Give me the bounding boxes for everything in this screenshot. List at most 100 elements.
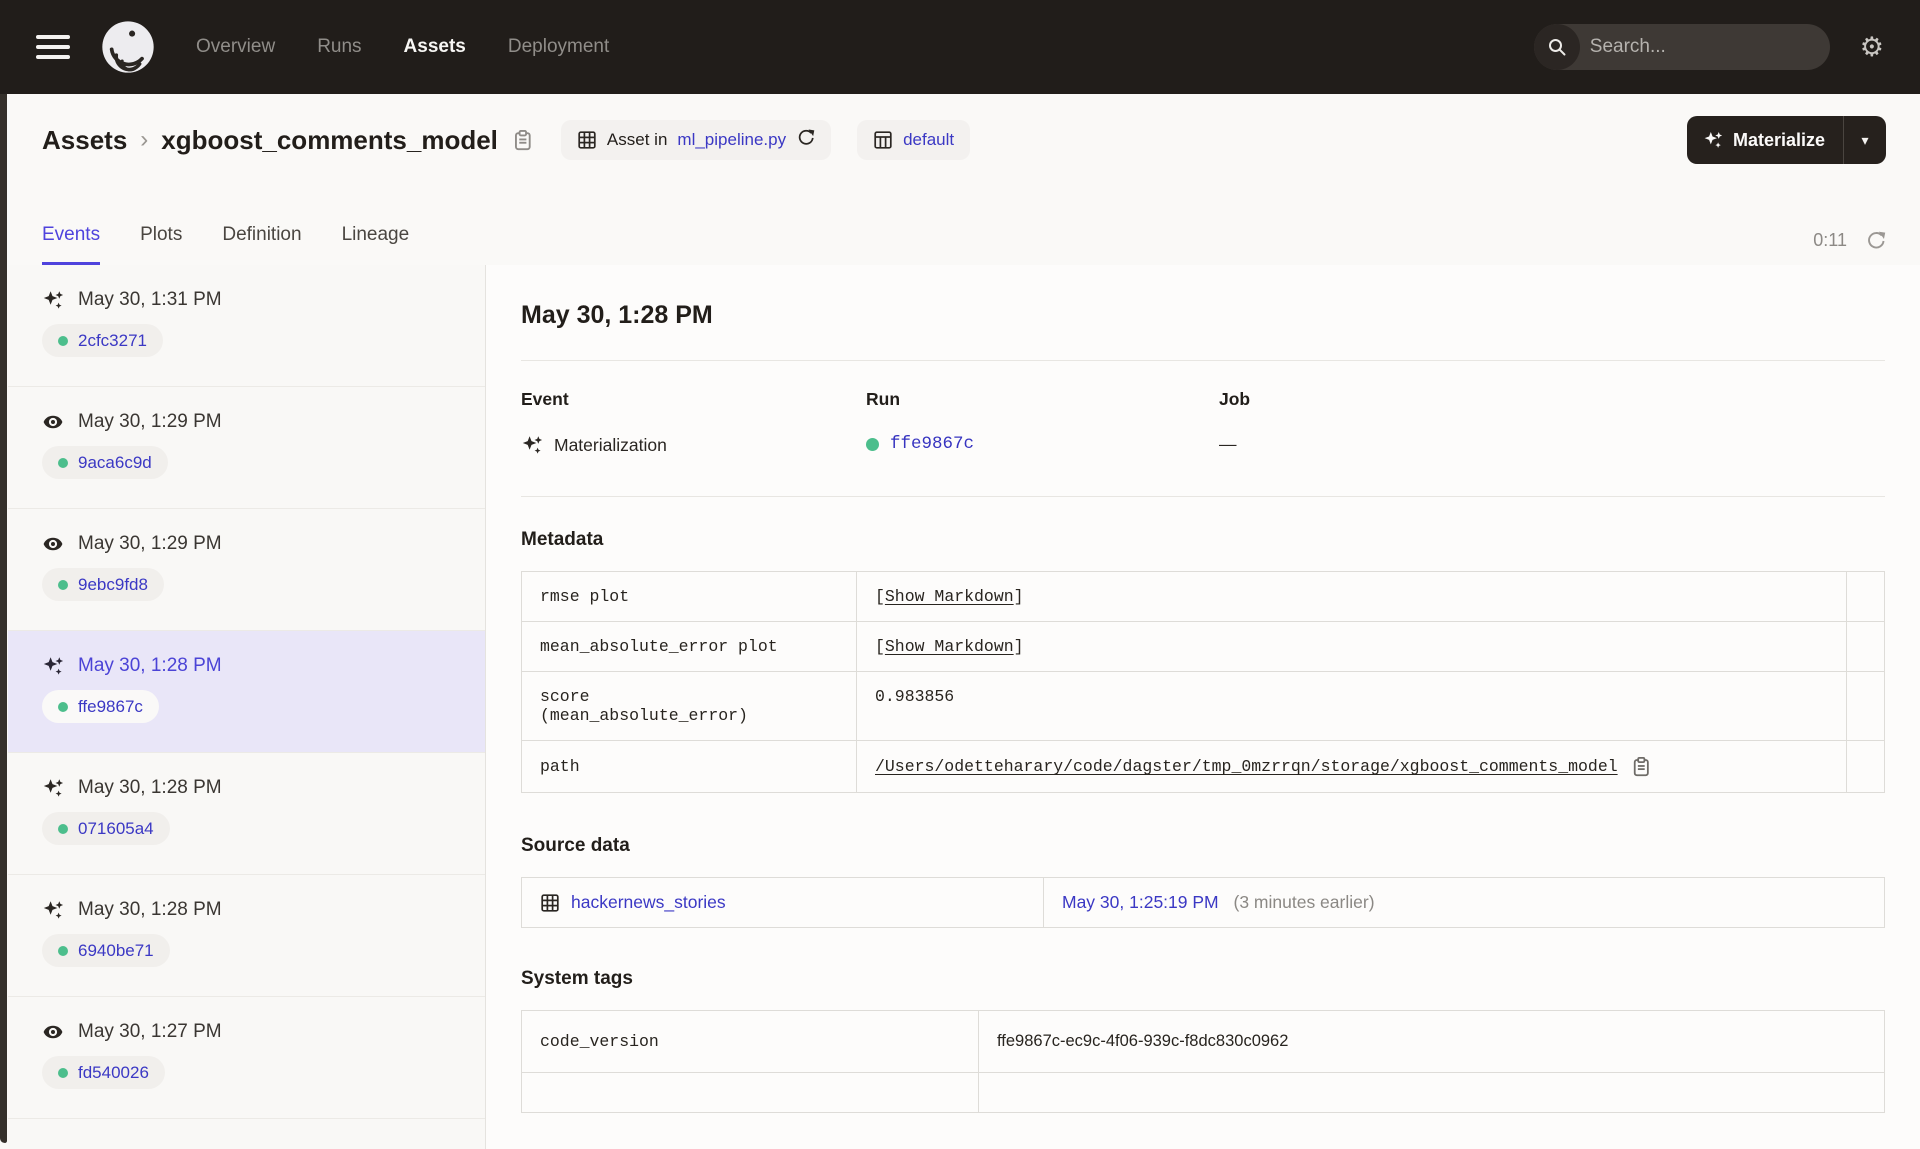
repo-name-link[interactable]: default	[903, 130, 954, 150]
event-list-item[interactable]: May 30, 1:31 PM 2cfc3271	[8, 265, 485, 387]
run-id-pill[interactable]: 6940be71	[42, 934, 170, 967]
event-list-item[interactable]: May 30, 1:29 PM 9ebc9fd8	[8, 509, 485, 631]
table-row: mean_absolute_error plot [Show Markdown]	[521, 621, 1885, 672]
run-status-dot	[58, 945, 68, 956]
show-markdown-link[interactable]: Show Markdown	[885, 587, 1014, 606]
system-tags-heading: System tags	[521, 968, 633, 989]
nav-overview[interactable]: Overview	[196, 36, 275, 58]
run-status-dot	[866, 437, 879, 451]
run-id-pill[interactable]: 9aca6c9d	[42, 446, 168, 479]
metadata-value: /Users/odetteharary/code/dagster/tmp_0mz…	[856, 740, 1847, 793]
run-id-pill[interactable]: fd540026	[42, 1056, 165, 1089]
tab-lineage[interactable]: Lineage	[342, 224, 410, 265]
run-status-dot	[58, 701, 68, 712]
event-list-sidebar: May 30, 1:31 PM 2cfc3271 May 30, 1:29 PM…	[8, 265, 486, 1149]
run-status-dot	[58, 823, 68, 834]
top-nav: Overview Runs Assets Deployment / ⚙	[0, 0, 1920, 94]
materialize-label: Materialize	[1732, 129, 1825, 150]
run-id-pill[interactable]: 9ebc9fd8	[42, 568, 164, 601]
event-summary-row: Event Materialization Run ffe9867c Job —	[521, 389, 1885, 456]
divider	[521, 496, 1885, 497]
table-icon	[578, 131, 596, 149]
materialize-split-button: Materialize ▾	[1686, 116, 1886, 164]
reload-location-icon[interactable]	[796, 128, 815, 152]
event-list-item[interactable]: May 30, 1:29 PM 9aca6c9d	[8, 387, 485, 509]
show-markdown-link[interactable]: Show Markdown	[885, 637, 1014, 656]
run-id-link[interactable]: 9aca6c9d	[78, 453, 152, 473]
asset-tabs: Events Plots Definition Lineage	[42, 224, 409, 265]
window-edge-strip	[0, 94, 7, 1143]
metadata-table: rmse plot [Show Markdown] mean_absolute_…	[521, 571, 1885, 793]
run-id-link[interactable]: 6940be71	[78, 941, 154, 961]
table-row: rmse plot [Show Markdown]	[521, 571, 1885, 622]
run-status-dot	[58, 1067, 68, 1078]
materialize-button[interactable]: Materialize	[1687, 116, 1843, 164]
asset-badges: Asset in ml_pipeline.py default	[560, 120, 971, 160]
source-asset-link[interactable]: hackernews_stories	[540, 892, 1025, 913]
event-detail-panel: May 30, 1:28 PM Event Materialization Ru…	[486, 265, 1920, 1149]
refresh-icon[interactable]	[1865, 230, 1886, 251]
run-id-link[interactable]: 2cfc3271	[78, 331, 147, 351]
chevron-down-icon: ▾	[1861, 131, 1869, 148]
tab-events[interactable]: Events	[42, 224, 101, 265]
event-list-item[interactable]: May 30, 1:28 PM 071605a4	[8, 753, 485, 875]
code-location-badge[interactable]: Asset in ml_pipeline.py	[560, 120, 832, 160]
metadata-value: [Show Markdown]	[856, 621, 1847, 672]
run-id-link[interactable]: ffe9867c	[890, 434, 974, 454]
run-status-dot	[58, 579, 68, 590]
materialization-icon	[522, 436, 543, 454]
system-tag-value: ffe9867c-ec9c-4f06-939c-f8dc830c0962	[978, 1010, 1885, 1073]
dagster-logo[interactable]	[100, 19, 156, 75]
system-tag-value	[978, 1072, 1885, 1113]
pipeline-file-link[interactable]: ml_pipeline.py	[677, 130, 786, 150]
source-time-link[interactable]: May 30, 1:25:19 PM	[1062, 892, 1219, 912]
event-list-item-selected[interactable]: May 30, 1:28 PM ffe9867c	[8, 631, 485, 753]
copy-path-icon[interactable]	[1630, 756, 1651, 777]
run-id-pill[interactable]: 2cfc3271	[42, 324, 163, 357]
run-id-link[interactable]: 9ebc9fd8	[78, 575, 148, 595]
system-tag-key: code_version	[521, 1010, 979, 1073]
run-status-dot	[58, 457, 68, 468]
empty-cell	[1846, 671, 1885, 741]
source-time-note: (3 minutes earlier)	[1233, 892, 1375, 912]
materialize-dropdown-button[interactable]: ▾	[1844, 116, 1886, 164]
event-list-item[interactable]: May 30, 1:27 PM fd540026	[8, 997, 485, 1119]
settings-gear-icon[interactable]: ⚙	[1860, 34, 1884, 61]
source-time-cell: May 30, 1:25:19 PM (3 minutes earlier)	[1043, 877, 1885, 928]
repository-badge[interactable]: default	[857, 120, 971, 160]
copy-asset-name-icon[interactable]	[511, 129, 533, 151]
asset-name-title: xgboost_comments_model	[161, 124, 498, 155]
global-search[interactable]: /	[1533, 24, 1830, 70]
event-timestamp: May 30, 1:29 PM	[78, 533, 222, 554]
path-link[interactable]: /Users/odetteharary/code/dagster/tmp_0mz…	[875, 757, 1618, 776]
event-column-label: Event	[521, 389, 569, 409]
hamburger-menu-icon[interactable]	[36, 35, 70, 59]
event-list-item[interactable]: May 30, 1:28 PM 6940be71	[8, 875, 485, 997]
breadcrumb: Assets › xgboost_comments_model	[42, 125, 533, 156]
event-timestamp: May 30, 1:31 PM	[78, 289, 222, 310]
source-data-heading: Source data	[521, 835, 630, 856]
asset-in-label: Asset in	[606, 130, 668, 149]
tab-definition[interactable]: Definition	[222, 224, 301, 265]
table-row: score (mean_absolute_error) 0.983856	[521, 671, 1885, 741]
bracket: [	[875, 637, 885, 656]
nav-assets[interactable]: Assets	[404, 36, 466, 58]
run-id-pill[interactable]: ffe9867c	[42, 690, 159, 723]
run-id-link[interactable]: ffe9867c	[78, 697, 143, 717]
nav-runs[interactable]: Runs	[317, 36, 361, 58]
search-input[interactable]	[1579, 36, 1830, 58]
tab-plots[interactable]: Plots	[140, 224, 182, 265]
metadata-value: [Show Markdown]	[856, 571, 1847, 622]
job-column-label: Job	[1219, 389, 1251, 409]
run-column-label: Run	[866, 389, 901, 409]
asset-header: Assets › xgboost_comments_model Asset in…	[0, 94, 1920, 164]
table-row: code_version ffe9867c-ec9c-4f06-939c-f8d…	[521, 1010, 1885, 1073]
run-id-pill[interactable]: 071605a4	[42, 812, 170, 845]
run-id-link[interactable]: 071605a4	[78, 819, 154, 839]
run-id-link[interactable]: fd540026	[78, 1063, 149, 1083]
metadata-key: path	[521, 740, 857, 793]
empty-cell	[1846, 571, 1885, 622]
nav-deployment[interactable]: Deployment	[508, 36, 609, 58]
system-tag-key	[521, 1072, 979, 1113]
breadcrumb-assets-link[interactable]: Assets	[42, 125, 127, 156]
